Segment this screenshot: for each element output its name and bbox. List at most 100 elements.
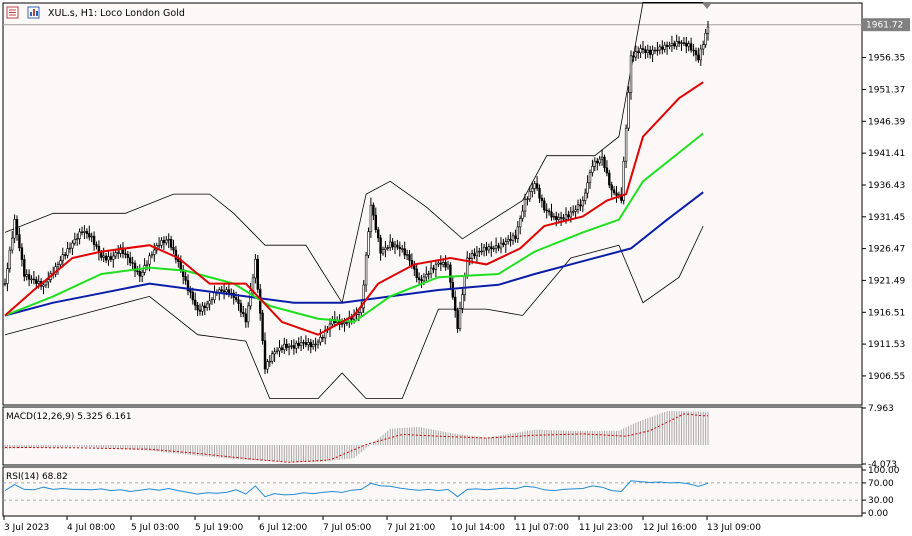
candle-body xyxy=(117,252,120,254)
axis-tick-label: 1916.51 xyxy=(868,308,905,318)
axis-tick-label: 1936.43 xyxy=(868,181,905,191)
candle-body xyxy=(636,51,640,53)
candle-body xyxy=(364,254,368,286)
candle-body xyxy=(456,310,459,330)
axis-tick-label: 1956.35 xyxy=(868,54,905,64)
candle-body xyxy=(441,262,445,265)
candle-body xyxy=(369,204,373,233)
candle-body xyxy=(90,235,93,238)
candle-body xyxy=(136,270,139,272)
candle-body xyxy=(391,241,394,248)
current-price-value: 1961.72 xyxy=(866,21,903,31)
candle-body xyxy=(706,26,710,34)
candle-body xyxy=(564,214,568,220)
candle-body xyxy=(102,255,105,258)
candle-body xyxy=(574,209,577,212)
candle-body xyxy=(400,248,404,250)
candle-body xyxy=(461,294,464,309)
candle-body xyxy=(697,54,700,61)
candle-body xyxy=(292,345,296,349)
candle-body xyxy=(237,299,240,304)
candle-body xyxy=(405,254,409,256)
candle-body xyxy=(504,241,507,245)
axis-tick-label: 100.00 xyxy=(868,466,900,476)
candle-body xyxy=(653,49,657,52)
candle-body xyxy=(360,307,363,313)
candle-body xyxy=(92,235,96,245)
candle-body xyxy=(95,244,98,247)
candle-body xyxy=(76,238,79,240)
candle-body xyxy=(689,43,693,51)
candle-body xyxy=(593,160,597,167)
candle-body xyxy=(651,49,654,55)
candle-body xyxy=(581,200,585,207)
candle-body xyxy=(261,312,264,342)
candle-body xyxy=(427,273,430,275)
candle-body xyxy=(112,255,115,260)
candle-body xyxy=(309,342,312,348)
candle-body xyxy=(321,336,324,339)
candle-body xyxy=(420,279,423,282)
candle-body xyxy=(319,336,322,343)
candle-body xyxy=(311,343,315,348)
symbol-title: XUL.s, H1: Loco London Gold xyxy=(48,8,185,19)
axis-tick-label: 1951.37 xyxy=(868,86,905,96)
candle-body xyxy=(56,264,60,268)
candle-body xyxy=(646,49,650,53)
candle-body xyxy=(203,305,206,308)
candle-body xyxy=(463,275,466,295)
axis-tick-label: 1911.53 xyxy=(868,340,905,350)
candle-body xyxy=(114,252,117,257)
candle xyxy=(261,310,264,345)
candle-body xyxy=(165,239,168,244)
candle-body xyxy=(213,292,216,301)
candle-body xyxy=(641,48,645,50)
candle-body xyxy=(644,49,647,53)
candle-body xyxy=(340,323,344,325)
candle-body xyxy=(533,183,536,189)
candle-body xyxy=(468,257,471,260)
candle-body xyxy=(528,191,532,200)
candle-body xyxy=(446,264,450,268)
candle-body xyxy=(547,210,551,213)
candle-body xyxy=(201,305,204,312)
candle-body xyxy=(550,211,553,218)
candle-body xyxy=(172,247,175,251)
time-axis-label: 11 Jul 07:00 xyxy=(515,523,569,533)
candle-body xyxy=(432,267,435,270)
candle-body xyxy=(502,242,505,245)
candle-body xyxy=(386,247,389,249)
candle xyxy=(367,227,370,259)
candle xyxy=(629,50,633,100)
candle-body xyxy=(639,48,642,53)
main-price-pane[interactable] xyxy=(2,2,863,406)
candle-body xyxy=(665,44,669,47)
header: XUL.s, H1: Loco London Gold xyxy=(6,6,185,19)
candle-body xyxy=(71,242,74,249)
candle-body xyxy=(403,248,406,256)
window-list-icon[interactable] xyxy=(6,6,19,19)
candle-body xyxy=(307,342,310,345)
candle-body xyxy=(157,244,161,247)
candle-body xyxy=(104,255,108,261)
candle-body xyxy=(439,262,442,265)
candle-body xyxy=(83,231,86,233)
macd-title: MACD(12,26,9) 5.325 6.161 xyxy=(6,412,132,422)
candle-body xyxy=(85,231,89,234)
candle-body xyxy=(600,156,604,160)
candle-body xyxy=(588,172,592,184)
candle-body xyxy=(247,305,250,323)
candle-body xyxy=(478,250,481,253)
candle-body xyxy=(357,312,361,315)
candle-body xyxy=(482,246,486,252)
time-axis-label: 6 Jul 12:00 xyxy=(259,523,308,533)
trading-chart[interactable]: XUL.s, H1: Loco London Gold 1956.35 1951.… xyxy=(0,0,912,536)
candle xyxy=(8,246,11,273)
candle-body xyxy=(11,237,14,251)
candle-body xyxy=(367,231,370,256)
chart-type-icon[interactable] xyxy=(27,6,40,19)
candle-body xyxy=(552,216,556,218)
candle-body xyxy=(191,291,194,301)
axis-tick-label: 0.00 xyxy=(868,509,888,519)
candle-body xyxy=(278,347,281,352)
